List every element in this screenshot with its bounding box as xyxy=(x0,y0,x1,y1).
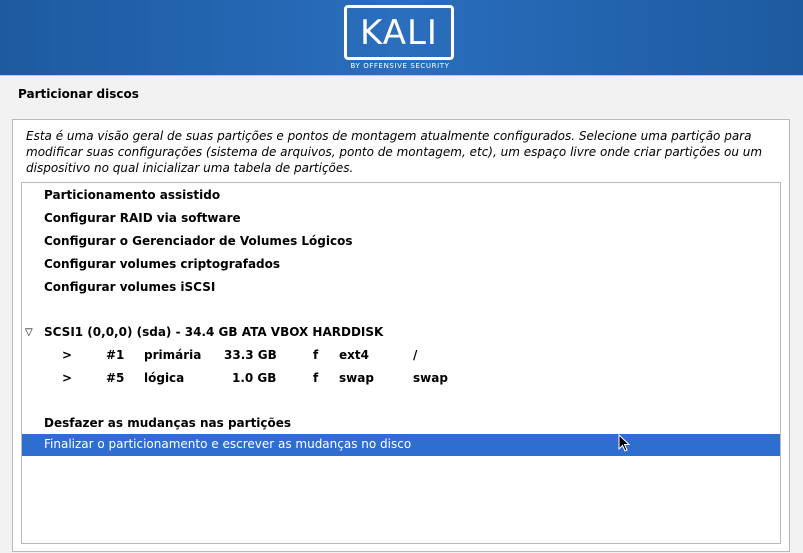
installer-content: Particionar discos Esta é uma visão gera… xyxy=(0,75,803,553)
partition-filesystem: swap xyxy=(339,371,374,385)
intro-text: Esta é uma visão geral de suas partições… xyxy=(26,129,763,175)
partition-flag: f xyxy=(313,371,319,385)
page-title: Particionar discos xyxy=(18,87,139,101)
selected-row-highlight[interactable]: Finalizar o particionamento e escrever a… xyxy=(22,434,780,456)
partition-panel: Esta é uma visão geral de suas partições… xyxy=(12,119,790,552)
logo-text: KALI xyxy=(360,12,438,53)
menu-item-finish[interactable]: Finalizar o particionamento e escrever a… xyxy=(44,437,411,451)
partition-mount: swap xyxy=(413,371,448,385)
kali-banner: KALI BY OFFENSIVE SECURITY xyxy=(0,0,803,75)
partition-number: #5 xyxy=(106,371,125,385)
partition-filesystem: ext4 xyxy=(339,348,369,362)
menu-item-lvm[interactable]: Configurar o Gerenciador de Volumes Lógi… xyxy=(44,234,353,248)
partition-flag: f xyxy=(313,348,319,362)
menu-item-raid[interactable]: Configurar RAID via software xyxy=(44,211,241,225)
partition-size: 33.3 GB xyxy=(224,348,277,362)
partition-type: primária xyxy=(144,348,202,362)
partition-row[interactable]: > #1 primária 33.3 GB f ext4 / xyxy=(22,348,722,366)
menu-item-crypto[interactable]: Configurar volumes criptografados xyxy=(44,257,280,271)
menu-item-undo[interactable]: Desfazer as mudanças nas partições xyxy=(44,416,291,430)
partition-number: #1 xyxy=(106,348,125,362)
expand-triangle-icon[interactable]: ▽ xyxy=(25,327,33,338)
logo-subtitle: BY OFFENSIVE SECURITY xyxy=(350,62,450,70)
partition-mount: / xyxy=(413,348,418,362)
kali-logo: KALI xyxy=(344,5,454,60)
partition-arrow: > xyxy=(62,371,73,385)
disk-entry[interactable]: SCSI1 (0,0,0) (sda) - 34.4 GB ATA VBOX H… xyxy=(44,325,383,339)
partition-size: 1.0 GB xyxy=(232,371,277,385)
partition-row[interactable]: > #5 lógica 1.0 GB f swap swap xyxy=(22,371,722,389)
mouse-pointer-icon xyxy=(618,434,630,452)
partition-type: lógica xyxy=(144,371,185,385)
partition-arrow: > xyxy=(62,348,73,362)
partition-list[interactable]: Particionamento assistido Configurar RAI… xyxy=(21,182,781,544)
menu-item-iscsi[interactable]: Configurar volumes iSCSI xyxy=(44,280,215,294)
menu-item-guided[interactable]: Particionamento assistido xyxy=(44,188,220,202)
